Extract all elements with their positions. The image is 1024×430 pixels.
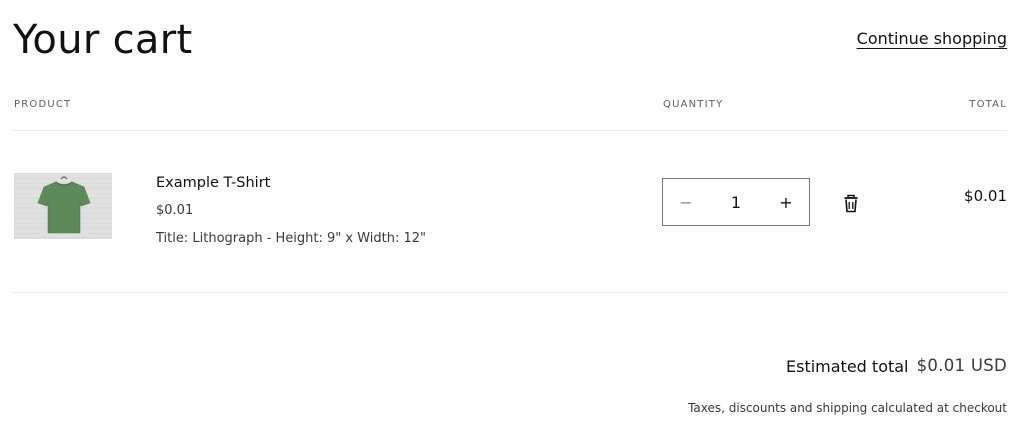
column-header-product: PRODUCT	[14, 99, 72, 110]
decrease-quantity-button[interactable]: −	[663, 179, 709, 225]
quantity-stepper: − 1 +	[662, 178, 810, 226]
table-divider-top	[13, 130, 1007, 131]
t-shirt-image-icon	[14, 173, 112, 239]
minus-icon: −	[679, 192, 693, 212]
cart-page: Your cart Continue shopping PRODUCT QUAN…	[0, 0, 1024, 430]
product-variant-option: Title: Lithograph - Height: 9" x Width: …	[156, 231, 427, 246]
page-title: Your cart	[13, 17, 193, 63]
line-item-total: $0.01	[964, 187, 1007, 205]
quantity-input[interactable]: 1	[709, 179, 763, 225]
tax-shipping-note: Taxes, discounts and shipping calculated…	[688, 401, 1007, 415]
table-divider-bottom	[13, 292, 1007, 293]
product-name-link[interactable]: Example T-Shirt	[156, 173, 270, 193]
column-header-total: TOTAL	[969, 99, 1007, 110]
increase-quantity-button[interactable]: +	[763, 179, 809, 225]
column-header-quantity: QUANTITY	[663, 99, 724, 110]
product-image[interactable]	[14, 173, 112, 239]
remove-item-button[interactable]	[842, 194, 860, 214]
product-unit-price: $0.01	[156, 203, 194, 218]
estimated-total-value: $0.01 USD	[916, 356, 1007, 375]
plus-icon: +	[779, 192, 793, 212]
estimated-total-label: Estimated total	[786, 357, 909, 376]
continue-shopping-link[interactable]: Continue shopping	[857, 28, 1007, 50]
trash-icon	[844, 194, 858, 213]
